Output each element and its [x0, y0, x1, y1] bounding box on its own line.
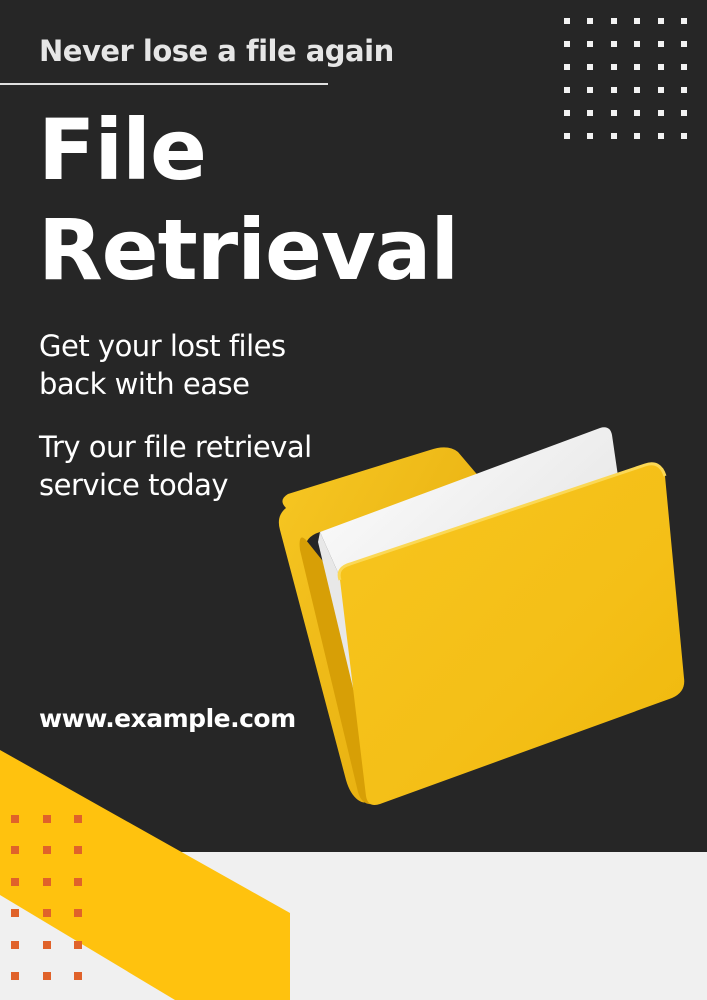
title-line-2: Retrieval: [38, 201, 459, 299]
website-link[interactable]: www.example.com: [39, 704, 296, 733]
subtitle-line-2: back with ease: [39, 367, 250, 401]
title-line-1: File: [38, 101, 207, 199]
subtitle: Get your lost files back with ease: [39, 327, 286, 403]
tagline: Never lose a file again: [39, 34, 394, 68]
folder-with-document-icon: [278, 427, 685, 805]
decorative-orange-dot-grid: [11, 815, 83, 980]
page-title: File Retrieval: [38, 100, 459, 300]
decorative-dot-grid: [564, 18, 687, 139]
tagline-divider: [0, 83, 328, 85]
subtitle-line-1: Get your lost files: [39, 329, 286, 363]
